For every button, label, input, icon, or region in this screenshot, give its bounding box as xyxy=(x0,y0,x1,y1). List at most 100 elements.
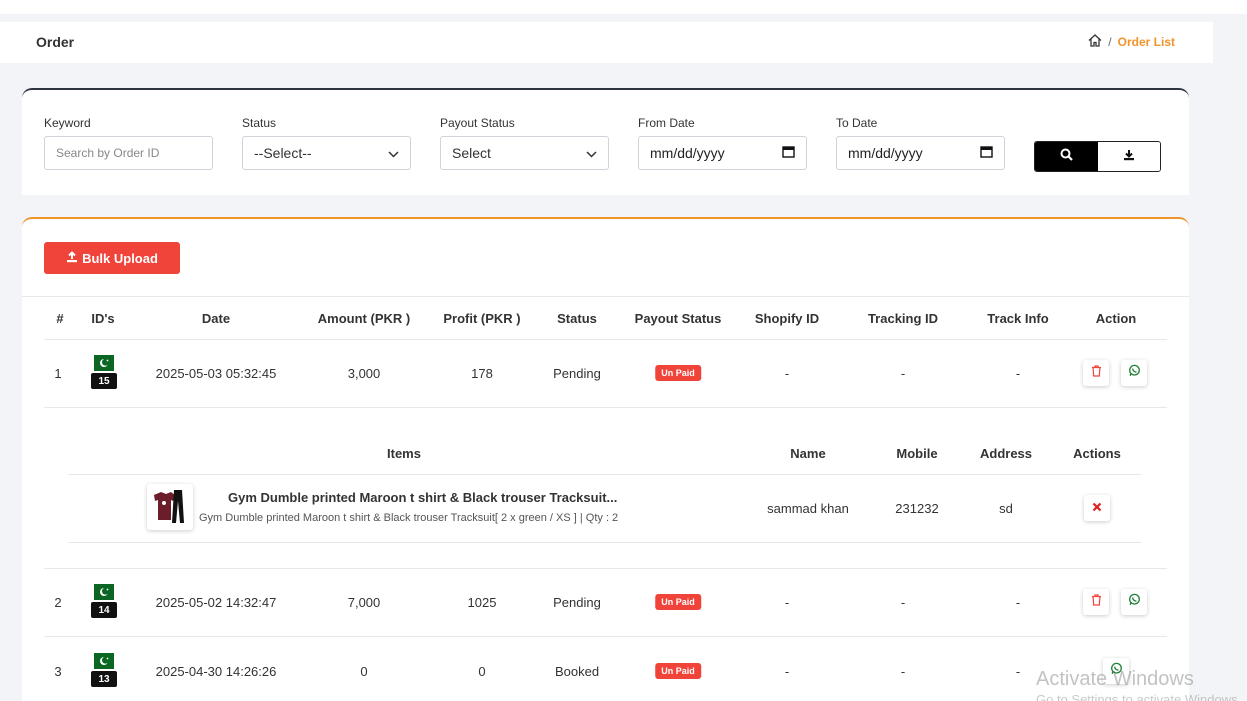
whatsapp-icon xyxy=(1128,364,1141,382)
page-header: Order / Order List xyxy=(0,22,1213,63)
order-amount: 3,000 xyxy=(347,366,381,381)
flag-icon xyxy=(94,355,114,371)
delete-button[interactable] xyxy=(1083,589,1109,615)
col-header-amount: Amount (PKR ) xyxy=(317,311,411,326)
status-filter: Status --Select-- xyxy=(242,116,411,170)
order-list-card: Bulk Upload # ID's Date Amount (PKR ) Pr… xyxy=(22,217,1189,701)
customer-address: sd xyxy=(999,501,1013,516)
customer-name: sammad khan xyxy=(767,501,849,516)
keyword-label: Keyword xyxy=(44,116,91,130)
row-number: 3 xyxy=(54,664,62,679)
shopify-id: - xyxy=(784,664,790,679)
from-date-input[interactable]: mm/dd/yyyy xyxy=(638,136,807,170)
close-icon xyxy=(1092,499,1102,517)
flag-icon xyxy=(94,584,114,600)
order-amount: 0 xyxy=(360,664,368,679)
order-id-cell: 13 xyxy=(91,653,117,687)
row-number: 2 xyxy=(54,595,62,610)
status-label: Status xyxy=(242,116,277,130)
keyword-placeholder: Search by Order ID xyxy=(56,146,160,160)
order-status: Pending xyxy=(553,366,601,381)
order-date: 2025-04-30 14:26:26 xyxy=(155,664,277,679)
order-id-badge[interactable]: 13 xyxy=(91,671,117,687)
item-description: Gym Dumble printed Maroon t shirt & Blac… xyxy=(199,512,619,524)
payout-select[interactable]: Select xyxy=(440,136,609,170)
payout-status-badge: Un Paid xyxy=(655,594,701,610)
row-number: 1 xyxy=(54,366,62,381)
customer-mobile: 231232 xyxy=(895,501,939,516)
trash-icon xyxy=(1091,593,1102,611)
item-title: Gym Dumble printed Maroon t shirt & Blac… xyxy=(228,490,618,505)
calendar-icon[interactable] xyxy=(980,145,993,161)
bulk-upload-button[interactable]: Bulk Upload xyxy=(44,242,180,274)
to-date-value: mm/dd/yyyy xyxy=(848,145,923,161)
col-header-action: Action xyxy=(1095,311,1137,326)
order-date: 2025-05-03 05:32:45 xyxy=(155,366,277,381)
status-select-value: --Select-- xyxy=(254,145,312,161)
to-date-filter: To Date mm/dd/yyyy xyxy=(836,116,1005,170)
order-id-badge[interactable]: 15 xyxy=(91,373,117,389)
payout-filter: Payout Status Select xyxy=(440,116,609,170)
row-divider xyxy=(44,568,1167,569)
shopify-id: - xyxy=(784,595,790,610)
activate-windows-watermark: Activate Windows xyxy=(1036,668,1194,690)
track-info: - xyxy=(1015,366,1021,381)
remove-item-button[interactable] xyxy=(1084,495,1110,521)
header-divider xyxy=(44,339,1167,340)
detail-header-address: Address xyxy=(979,446,1033,461)
col-header-number: # xyxy=(56,311,64,326)
order-id-badge[interactable]: 14 xyxy=(91,602,117,618)
tracking-id: - xyxy=(900,664,906,679)
chevron-down-icon xyxy=(586,145,597,161)
track-info: - xyxy=(1015,595,1021,610)
whatsapp-button[interactable] xyxy=(1121,589,1147,615)
bulk-upload-label: Bulk Upload xyxy=(82,250,158,266)
flag-icon xyxy=(94,653,114,669)
shopify-id: - xyxy=(784,366,790,381)
order-status: Pending xyxy=(553,595,601,610)
payout-status-badge: Un Paid xyxy=(655,365,701,381)
product-thumbnail xyxy=(147,484,193,530)
detail-header-mobile: Mobile xyxy=(896,446,938,461)
search-icon xyxy=(1060,148,1073,166)
home-icon[interactable] xyxy=(1088,34,1102,50)
col-header-trackinfo: Track Info xyxy=(987,311,1049,326)
col-header-date: Date xyxy=(201,311,231,326)
delete-button[interactable] xyxy=(1083,360,1109,386)
detail-header-divider xyxy=(68,474,1141,475)
whatsapp-icon xyxy=(1128,593,1141,611)
col-header-ids: ID's xyxy=(91,311,115,326)
col-header-payout: Payout Status xyxy=(634,311,722,326)
filter-card: Keyword Search by Order ID Status --Sele… xyxy=(22,88,1189,195)
detail-bottom-divider xyxy=(68,542,1141,543)
breadcrumb-current: Order List xyxy=(1117,35,1175,49)
order-profit: 0 xyxy=(478,664,486,679)
keyword-input[interactable]: Search by Order ID xyxy=(44,136,213,170)
calendar-icon[interactable] xyxy=(782,145,795,161)
search-button[interactable] xyxy=(1035,142,1098,171)
status-select[interactable]: --Select-- xyxy=(242,136,411,170)
col-header-tracking: Tracking ID xyxy=(867,311,939,326)
order-amount: 7,000 xyxy=(347,595,381,610)
row-divider xyxy=(44,636,1167,637)
whatsapp-button[interactable] xyxy=(1121,360,1147,386)
order-date: 2025-05-02 14:32:47 xyxy=(155,595,277,610)
detail-header-items: Items xyxy=(387,446,421,461)
order-id-cell: 14 xyxy=(91,584,117,618)
order-id-cell: 15 xyxy=(91,355,117,389)
tracking-id: - xyxy=(900,366,906,381)
col-header-shopify: Shopify ID xyxy=(754,311,820,326)
keyword-filter: Keyword Search by Order ID xyxy=(44,116,213,170)
tracking-id: - xyxy=(900,595,906,610)
download-icon xyxy=(1123,148,1135,166)
track-info: - xyxy=(1015,664,1021,679)
from-date-label: From Date xyxy=(638,116,695,130)
download-button[interactable] xyxy=(1098,142,1160,171)
to-date-input[interactable]: mm/dd/yyyy xyxy=(836,136,1005,170)
top-bar xyxy=(0,0,1247,14)
order-profit: 1025 xyxy=(467,595,497,610)
to-date-label: To Date xyxy=(836,116,878,130)
table-top-divider xyxy=(22,296,1189,297)
col-header-profit: Profit (PKR ) xyxy=(443,311,521,326)
detail-header-actions: Actions xyxy=(1073,446,1121,461)
